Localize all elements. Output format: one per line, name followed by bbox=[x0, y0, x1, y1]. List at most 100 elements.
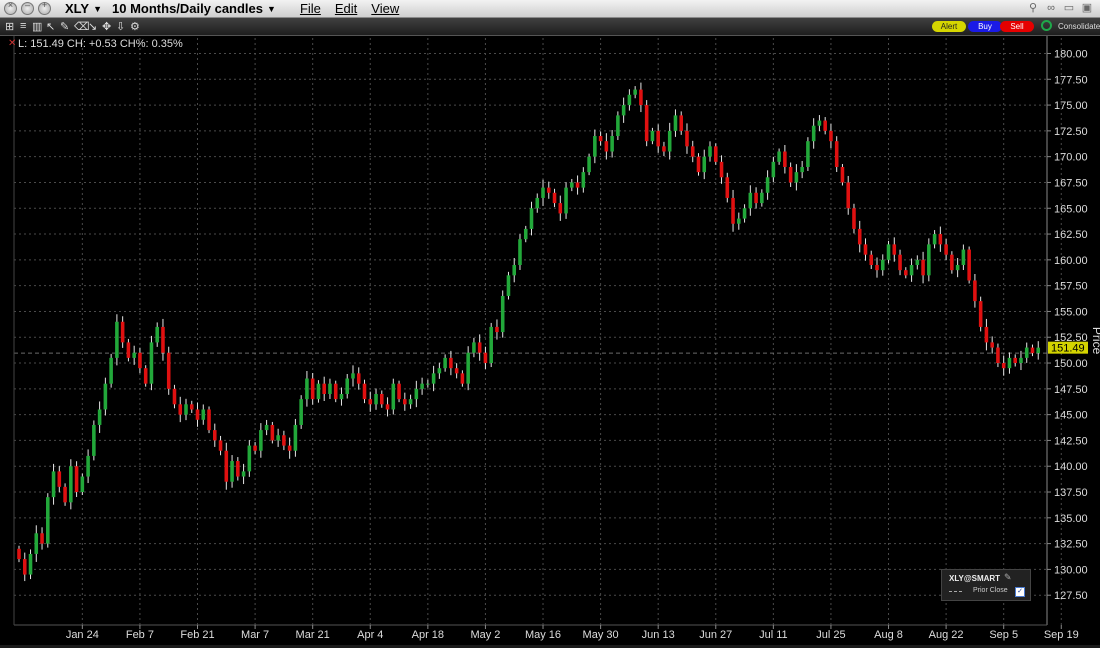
detach-icon[interactable]: ▣ bbox=[1080, 1, 1094, 15]
candle-body bbox=[397, 383, 401, 400]
candle-body bbox=[996, 347, 1000, 364]
alert-button[interactable]: Alert bbox=[932, 21, 966, 32]
candlestick-chart[interactable]: 127.50 130.00 132.50 135.00 137.50 140.00 142.… bbox=[0, 36, 1100, 648]
table-icon[interactable]: ≡ bbox=[20, 20, 26, 32]
consolidated-label[interactable]: Consolidate bbox=[1058, 22, 1100, 31]
candle-body bbox=[287, 445, 292, 451]
sell-button[interactable]: Sell bbox=[1000, 21, 1034, 32]
candle-body bbox=[241, 471, 246, 477]
candle-body bbox=[34, 533, 39, 554]
candle-body bbox=[915, 259, 920, 266]
candle-body bbox=[621, 105, 626, 116]
study-legend: XLY@SMART ✎ Prior Close ✓ bbox=[941, 569, 1031, 601]
price-tick-label: 127.50 bbox=[1054, 590, 1088, 602]
candle-body bbox=[880, 259, 885, 271]
candle-body bbox=[978, 301, 983, 327]
candle-body bbox=[708, 146, 712, 157]
candle-body bbox=[1001, 363, 1006, 369]
date-tick-label: Apr 18 bbox=[412, 629, 444, 641]
window-close-button[interactable]: × bbox=[4, 0, 17, 15]
symbol-selector[interactable]: XLY bbox=[65, 1, 89, 16]
candle-body bbox=[788, 166, 793, 183]
consolidated-icon[interactable] bbox=[1041, 20, 1052, 31]
candle-body bbox=[420, 383, 424, 389]
period-dropdown-icon[interactable]: ▼ bbox=[267, 4, 276, 14]
cursor-icon[interactable]: ↖ bbox=[46, 20, 55, 33]
candle-body bbox=[921, 259, 925, 276]
price-tick-label: 157.50 bbox=[1054, 281, 1088, 293]
candle-body bbox=[97, 409, 102, 425]
window-zoom-button[interactable]: + bbox=[38, 0, 51, 15]
price-tick-label: 145.00 bbox=[1054, 410, 1088, 422]
candle-body bbox=[800, 166, 804, 173]
candle-body bbox=[639, 89, 643, 106]
move-icon[interactable]: ✥ bbox=[102, 20, 111, 33]
legend-wrench-icon[interactable]: ✎ bbox=[1004, 572, 1012, 583]
candle-body bbox=[1036, 347, 1041, 354]
candle-body bbox=[328, 383, 332, 394]
candle-body bbox=[552, 192, 557, 204]
candle-body bbox=[310, 378, 315, 400]
restore-icon[interactable]: ▭ bbox=[1062, 1, 1076, 15]
candle-body bbox=[385, 404, 390, 410]
period-selector[interactable]: 10 Months/Daily candles bbox=[112, 1, 263, 16]
candle-body bbox=[823, 120, 827, 131]
menu-edit[interactable]: Edit bbox=[335, 1, 357, 16]
candle-body bbox=[570, 182, 574, 188]
candle-body bbox=[161, 326, 165, 353]
date-tick-label: Jul 25 bbox=[816, 629, 845, 641]
candle-body bbox=[224, 450, 229, 482]
price-info-line: L: 151.49 CH: +0.53 CH%: 0.35% bbox=[18, 38, 183, 50]
candle-body bbox=[17, 548, 21, 560]
candle-body bbox=[610, 136, 614, 152]
prior-close-checkbox[interactable]: ✓ bbox=[1015, 587, 1025, 597]
candle-body bbox=[166, 352, 171, 389]
candle-body bbox=[898, 254, 902, 271]
candle-body bbox=[518, 239, 522, 266]
candle-body bbox=[1019, 357, 1023, 364]
candle-body bbox=[408, 399, 413, 405]
candle-body bbox=[368, 399, 373, 405]
candle-body bbox=[500, 295, 505, 333]
window-title-bar: × – + XLY ▼ 10 Months/Daily candles ▼ Fi… bbox=[0, 0, 1100, 18]
link-icon[interactable]: ∞ bbox=[1044, 1, 1058, 15]
price-tick-label: 132.50 bbox=[1054, 539, 1088, 551]
pin-icon[interactable]: ⚲ bbox=[1026, 1, 1040, 15]
candle-body bbox=[143, 368, 148, 384]
menu-view[interactable]: View bbox=[371, 1, 399, 16]
candle-body bbox=[195, 409, 200, 420]
down-arrow-icon[interactable]: ⇩ bbox=[116, 20, 125, 33]
date-tick-label: Mar 7 bbox=[241, 629, 269, 641]
symbol-dropdown-icon[interactable]: ▼ bbox=[93, 4, 102, 14]
date-tick-label: Jun 27 bbox=[699, 629, 732, 641]
candle-body bbox=[650, 130, 655, 142]
candle-body bbox=[356, 373, 361, 384]
candle-body bbox=[374, 393, 378, 405]
candle-body bbox=[178, 404, 183, 415]
buy-button[interactable]: Buy bbox=[968, 21, 1002, 32]
candle-body bbox=[852, 208, 856, 229]
candle-body bbox=[765, 177, 770, 193]
crosshair-icon[interactable]: ⊞ bbox=[5, 20, 14, 33]
candle-body bbox=[46, 497, 50, 544]
draw-icon[interactable]: ✎ bbox=[60, 20, 69, 33]
candle-body bbox=[189, 404, 194, 410]
date-tick-label: May 16 bbox=[525, 629, 561, 641]
menu-file[interactable]: File bbox=[300, 1, 321, 16]
candle-body bbox=[869, 254, 874, 266]
close-info-icon[interactable]: ✕ bbox=[8, 38, 16, 49]
candle-body bbox=[817, 120, 822, 126]
candle-body bbox=[725, 177, 730, 198]
settings-icon[interactable]: ⚙ bbox=[130, 20, 140, 33]
candle-body bbox=[495, 326, 499, 333]
candle-body bbox=[713, 146, 718, 162]
bar-chart-icon[interactable]: ▥ bbox=[32, 20, 42, 33]
candle-body bbox=[984, 326, 989, 343]
window-minimize-button[interactable]: – bbox=[21, 0, 34, 15]
candle-body bbox=[218, 440, 223, 451]
candle-body bbox=[247, 445, 252, 472]
candle-body bbox=[472, 342, 476, 353]
pointer-icon[interactable]: ↘ bbox=[88, 20, 97, 33]
date-tick-label: Jun 13 bbox=[642, 629, 675, 641]
candle-body bbox=[1024, 347, 1029, 358]
